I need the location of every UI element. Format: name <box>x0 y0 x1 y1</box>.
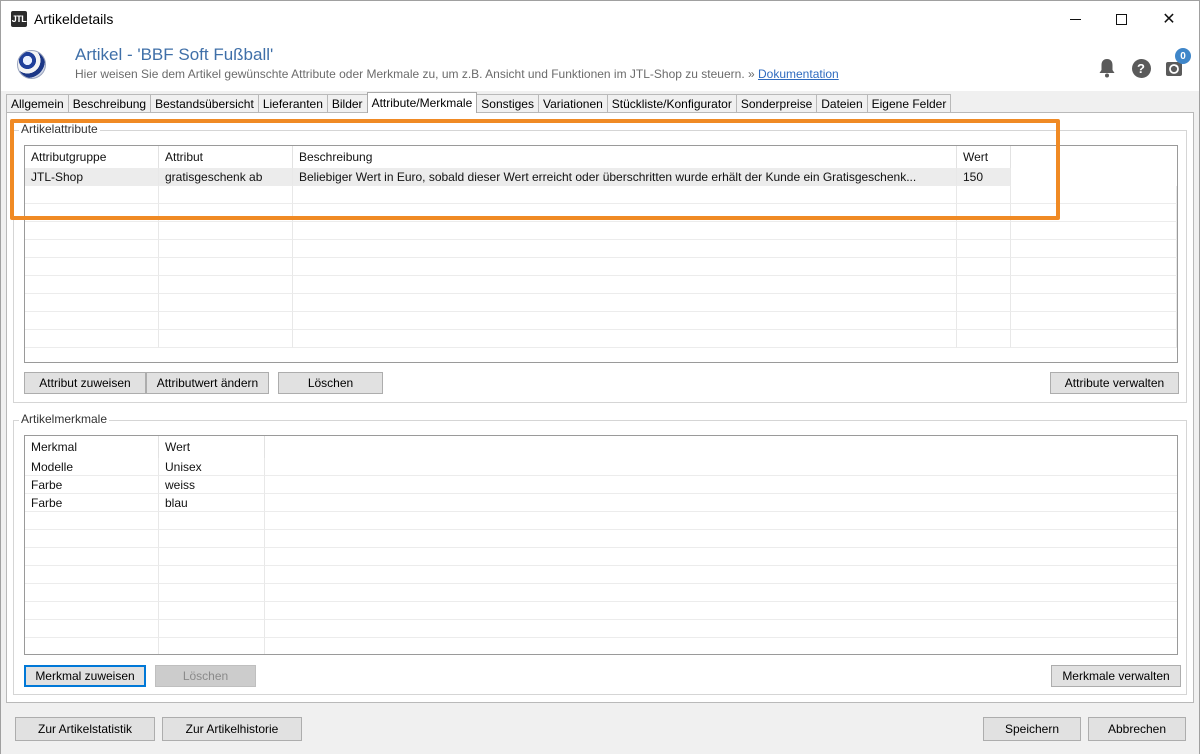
tab-beschreibung[interactable]: Beschreibung <box>67 94 152 113</box>
close-button[interactable]: ✕ <box>1146 1 1192 37</box>
cell-wert: weiss <box>159 476 265 494</box>
features-grid-header: Merkmal Wert <box>25 436 265 458</box>
empty-row <box>25 620 1177 638</box>
empty-row <box>25 512 1177 530</box>
subtitle-text: Hier weisen Sie dem Artikel gewünschte A… <box>75 67 758 81</box>
empty-row <box>25 566 1177 584</box>
header: Artikel - 'BBF Soft Fußball' Hier weisen… <box>1 37 1199 91</box>
attributes-grid-header: Attributgruppe Attribut Beschreibung Wer… <box>25 146 1011 168</box>
help-icon: ? <box>1131 58 1151 78</box>
col-beschreibung[interactable]: Beschreibung <box>293 146 957 168</box>
cell-wert: blau <box>159 494 265 512</box>
features-grid[interactable]: Merkmal Wert Modelle Unisex Farbe weiss … <box>24 435 1178 655</box>
tab-bilder[interactable]: Bilder <box>326 94 368 113</box>
page-title: Artikel - 'BBF Soft Fußball' <box>75 45 274 64</box>
page-subtitle: Hier weisen Sie dem Artikel gewünschte A… <box>75 67 839 81</box>
help-button[interactable]: ? <box>1131 58 1151 78</box>
empty-row <box>25 584 1177 602</box>
table-row[interactable]: Modelle Unisex <box>25 458 1177 476</box>
attributes-legend: Artikelattribute <box>19 122 100 136</box>
cancel-button[interactable]: Abbrechen <box>1088 717 1186 741</box>
article-details-window: JTL Artikeldetails ✕ Artikel - 'BBF Soft… <box>0 0 1200 754</box>
empty-row <box>25 638 1177 654</box>
empty-row <box>25 258 1177 276</box>
minimize-icon <box>1069 18 1081 20</box>
tab-attribute-merkmale[interactable]: Attribute/Merkmale <box>366 92 478 113</box>
tab-eigene-felder[interactable]: Eigene Felder <box>866 94 952 113</box>
tab-strip: Allgemein Beschreibung Bestandsübersicht… <box>6 92 952 113</box>
delete-feature-button[interactable]: Löschen <box>155 665 256 687</box>
football-icon <box>17 50 46 79</box>
maximize-button[interactable] <box>1098 1 1144 37</box>
attributes-group: Artikelattribute Attributgruppe Attribut… <box>13 122 1187 403</box>
empty-row <box>25 222 1177 240</box>
table-row[interactable]: Farbe weiss <box>25 476 1177 494</box>
col-wert[interactable]: Wert <box>957 146 1011 168</box>
attributes-grid[interactable]: Attributgruppe Attribut Beschreibung Wer… <box>24 145 1178 363</box>
sync-badge: 0 <box>1175 48 1191 64</box>
table-row[interactable]: Farbe blau <box>25 494 1177 512</box>
assign-attribute-button[interactable]: Attribut zuweisen <box>24 372 146 394</box>
assign-feature-button[interactable]: Merkmal zuweisen <box>24 665 146 687</box>
documentation-link[interactable]: Dokumentation <box>758 67 839 81</box>
article-history-button[interactable]: Zur Artikelhistorie <box>162 717 302 741</box>
delete-attribute-button[interactable]: Löschen <box>278 372 383 394</box>
empty-row <box>25 186 1177 204</box>
window-title: Artikeldetails <box>34 11 114 27</box>
col-attribut[interactable]: Attribut <box>159 146 293 168</box>
cell-merkmal: Farbe <box>25 476 159 494</box>
tab-stueckliste[interactable]: Stückliste/Konfigurator <box>606 94 737 113</box>
col-merkmal[interactable]: Merkmal <box>25 436 159 458</box>
manage-attributes-button[interactable]: Attribute verwalten <box>1050 372 1179 394</box>
cell-beschreibung: Beliebiger Wert in Euro, sobald dieser W… <box>293 168 957 186</box>
table-row[interactable]: JTL-Shop gratisgeschenk ab Beliebiger We… <box>25 168 1011 186</box>
empty-row <box>25 602 1177 620</box>
change-attribute-value-button[interactable]: Attributwert ändern <box>146 372 269 394</box>
col-attributgruppe[interactable]: Attributgruppe <box>25 146 159 168</box>
maximize-icon <box>1115 13 1127 25</box>
cell-merkmal: Farbe <box>25 494 159 512</box>
notification-button[interactable] <box>1097 58 1117 78</box>
cell-attributgruppe: JTL-Shop <box>25 168 159 186</box>
tab-variationen[interactable]: Variationen <box>537 94 608 113</box>
features-group: Artikelmerkmale Merkmal Wert Modelle Uni… <box>13 412 1187 695</box>
empty-row <box>25 276 1177 294</box>
empty-row <box>25 548 1177 566</box>
tab-content: Artikelattribute Attributgruppe Attribut… <box>6 112 1194 703</box>
empty-row <box>25 240 1177 258</box>
empty-row <box>25 312 1177 330</box>
empty-row <box>25 204 1177 222</box>
close-icon: ✕ <box>1162 11 1176 28</box>
title-bar: JTL Artikeldetails ✕ <box>1 1 1199 37</box>
cell-attribut: gratisgeschenk ab <box>159 168 293 186</box>
jtl-app-icon: JTL <box>11 11 27 27</box>
tab-bestandsuebersicht[interactable]: Bestandsübersicht <box>150 94 259 113</box>
features-legend: Artikelmerkmale <box>19 412 110 426</box>
tab-sonstiges[interactable]: Sonstiges <box>476 94 539 113</box>
cell-merkmal: Modelle <box>25 458 159 476</box>
tab-allgemein[interactable]: Allgemein <box>6 94 69 113</box>
article-statistics-button[interactable]: Zur Artikelstatistik <box>15 717 155 741</box>
minimize-button[interactable] <box>1052 1 1098 37</box>
tab-dateien[interactable]: Dateien <box>816 94 868 113</box>
tab-lieferanten[interactable]: Lieferanten <box>257 94 328 113</box>
empty-row <box>25 530 1177 548</box>
cell-wert: 150 <box>957 168 1011 186</box>
save-button[interactable]: Speichern <box>983 717 1081 741</box>
col-wert[interactable]: Wert <box>159 436 265 458</box>
empty-row <box>25 330 1177 348</box>
bell-icon <box>1099 59 1115 78</box>
manage-features-button[interactable]: Merkmale verwalten <box>1051 665 1181 687</box>
empty-row <box>25 294 1177 312</box>
cell-wert: Unisex <box>159 458 265 476</box>
tab-sonderpreise[interactable]: Sonderpreise <box>735 94 818 113</box>
footer-bar: Zur Artikelstatistik Zur Artikelhistorie… <box>1 704 1199 754</box>
